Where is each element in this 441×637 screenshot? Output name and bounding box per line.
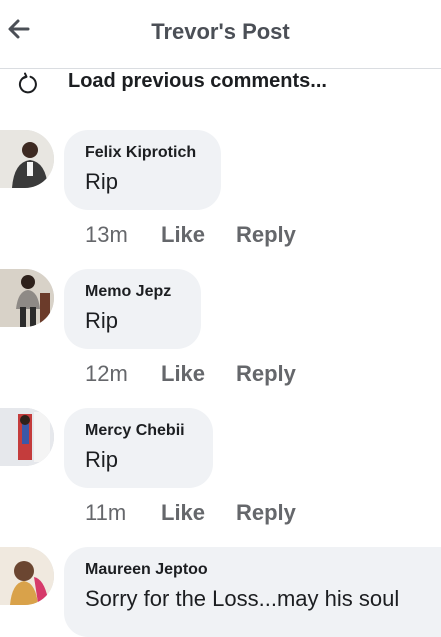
- reply-button[interactable]: Reply: [236, 361, 296, 387]
- comment-item: Felix Kiprotich Rip 13m Like Reply: [0, 130, 441, 250]
- load-previous-comments-button[interactable]: Load previous comments...: [0, 68, 441, 96]
- like-button[interactable]: Like: [161, 500, 205, 526]
- reply-button[interactable]: Reply: [236, 222, 296, 248]
- comment-bubble: Felix Kiprotich Rip: [64, 130, 221, 210]
- comment-time[interactable]: 13m: [85, 222, 128, 248]
- reload-icon: [18, 72, 37, 94]
- comment-bubble: Memo Jepz Rip: [64, 269, 201, 349]
- comment-bubble: Maureen Jeptoo Sorry for the Loss...may …: [64, 547, 441, 637]
- comment-item: Maureen Jeptoo Sorry for the Loss...may …: [0, 547, 441, 637]
- comment-text: Sorry for the Loss...may his soul: [85, 586, 400, 611]
- load-previous-label: Load previous comments...: [68, 70, 327, 92]
- like-button[interactable]: Like: [161, 361, 205, 387]
- avatar[interactable]: [0, 408, 54, 466]
- comment-author[interactable]: Maureen Jeptoo: [85, 561, 420, 579]
- page-title: Trevor's Post: [151, 19, 290, 44]
- comment-time[interactable]: 12m: [85, 361, 128, 387]
- comment-bubble: Mercy Chebii Rip: [64, 408, 213, 488]
- comment-item: Mercy Chebii Rip 11m Like Reply: [0, 408, 441, 528]
- comment-author[interactable]: Mercy Chebii: [85, 422, 192, 440]
- comment-time[interactable]: 11m: [85, 500, 126, 526]
- avatar[interactable]: [0, 269, 54, 327]
- avatar[interactable]: [0, 130, 54, 188]
- app-header: Trevor's Post: [0, 0, 441, 69]
- comment-author[interactable]: Felix Kiprotich: [85, 144, 200, 162]
- like-button[interactable]: Like: [161, 222, 205, 248]
- comment-text: Rip: [85, 447, 119, 472]
- comment-author[interactable]: Memo Jepz: [85, 283, 180, 301]
- comment-text: Rip: [85, 169, 119, 194]
- avatar[interactable]: [0, 547, 54, 605]
- comment-item: Memo Jepz Rip 12m Like Reply: [0, 269, 441, 389]
- comment-text: Rip: [85, 308, 119, 333]
- reply-button[interactable]: Reply: [236, 500, 296, 526]
